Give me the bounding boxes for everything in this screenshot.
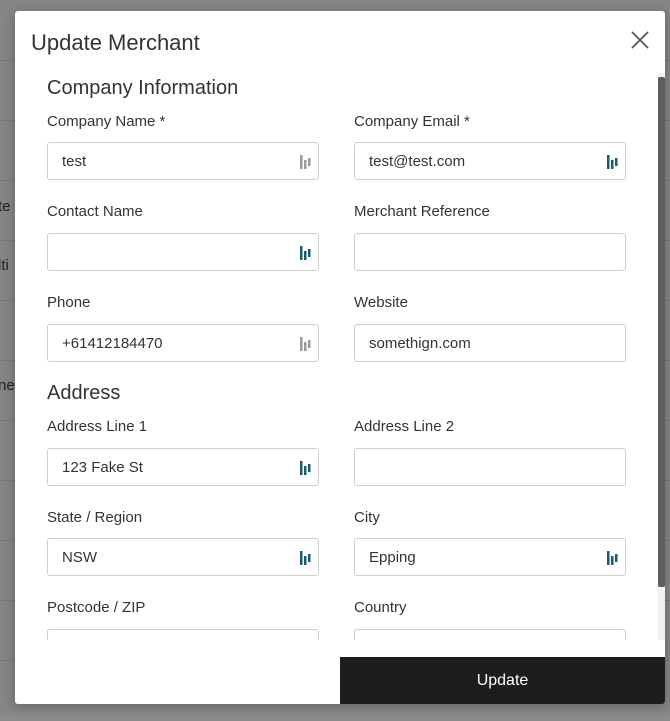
contact-name-input[interactable] (47, 233, 319, 271)
password-manager-icon[interactable] (299, 550, 312, 566)
state-region-value: NSW (62, 549, 97, 566)
country-input[interactable] (354, 629, 626, 640)
label-phone: Phone (47, 294, 91, 311)
postcode-input[interactable] (47, 629, 319, 640)
address-line-1-value: 123 Fake St (62, 459, 143, 476)
scrollbar-thumb[interactable] (658, 77, 665, 587)
update-button[interactable]: Update (340, 657, 665, 704)
password-manager-icon[interactable] (299, 245, 312, 261)
close-icon[interactable] (629, 29, 651, 51)
merchant-reference-input[interactable] (354, 233, 626, 271)
company-name-input[interactable]: test (47, 142, 319, 180)
password-manager-icon[interactable] (606, 154, 619, 170)
label-postcode: Postcode / ZIP (47, 599, 146, 616)
company-email-input[interactable]: test@test.com (354, 142, 626, 180)
city-input[interactable]: Epping (354, 538, 626, 576)
city-value: Epping (369, 549, 416, 566)
label-city: City (354, 509, 380, 526)
label-merchant-reference: Merchant Reference (354, 203, 490, 220)
phone-input[interactable]: +61412184470 (47, 324, 319, 362)
address-line-2-input[interactable] (354, 448, 626, 486)
password-manager-icon[interactable] (299, 336, 312, 352)
form-scroll-area[interactable]: Company Information Company Name * test … (15, 73, 658, 640)
state-region-input[interactable]: NSW (47, 538, 319, 576)
label-address-line-1: Address Line 1 (47, 418, 148, 435)
phone-value: +61412184470 (62, 335, 163, 352)
label-address-line-2: Address Line 2 (354, 418, 455, 435)
address-line-1-input[interactable]: 123 Fake St (47, 448, 319, 486)
section-title-company: Company Information (47, 77, 239, 99)
update-merchant-modal: Update Merchant Company Information Comp… (15, 11, 665, 704)
label-company-name: Company Name * (47, 113, 166, 130)
label-country: Country (354, 599, 407, 616)
section-title-address: Address (47, 382, 121, 404)
modal-title: Update Merchant (31, 30, 200, 55)
password-manager-icon[interactable] (606, 550, 619, 566)
website-input[interactable]: somethign.com (354, 324, 626, 362)
password-manager-icon[interactable] (299, 154, 312, 170)
company-email-value: test@test.com (369, 153, 466, 170)
password-manager-icon[interactable] (299, 460, 312, 476)
label-contact-name: Contact Name (47, 203, 143, 220)
label-state-region: State / Region (47, 509, 143, 526)
website-value: somethign.com (369, 335, 471, 352)
company-name-value: test (62, 153, 87, 170)
label-website: Website (354, 294, 408, 311)
label-company-email: Company Email * (354, 113, 470, 130)
